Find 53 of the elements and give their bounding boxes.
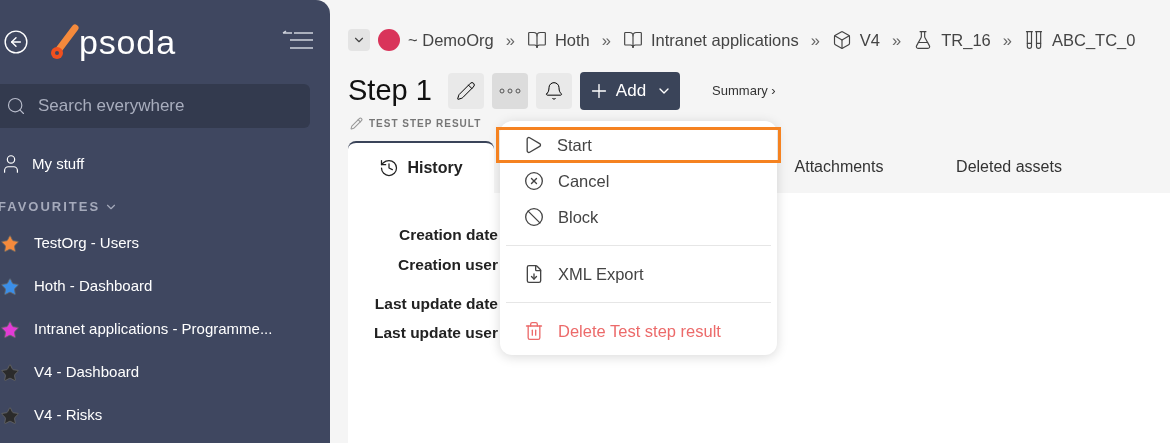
cancel-icon [524,171,544,191]
back-icon[interactable] [3,29,29,55]
record-type-label: TEST STEP RESULT [369,117,482,132]
favourite-link[interactable]: Hoth - Dashboard [34,275,153,298]
menu-item[interactable]: Start [496,127,781,163]
field-label: Last update user [372,323,498,343]
bell-icon [543,80,564,101]
collapse-button[interactable] [348,29,370,52]
field-label: Last update date [373,293,498,314]
add-button[interactable]: Add [579,71,681,110]
tab[interactable]: History [348,141,494,194]
favourite-link[interactable]: TestOrg - Users [34,232,139,255]
block-icon [524,207,544,227]
breadcrumb-link[interactable]: Hoth [554,28,590,53]
favourite-link[interactable]: Intranet applications - Programme... [34,318,273,341]
menu-item[interactable]: Block [500,199,777,235]
breadcrumb-link[interactable]: ABC_TC_0 [1051,28,1136,53]
history-icon [379,158,400,179]
pencil-icon [455,80,476,101]
book-icon [623,30,643,51]
breadcrumb-separator: » [505,30,515,51]
search-icon [6,96,26,116]
breadcrumb-link[interactable]: TR_16 [941,28,991,53]
book-icon [526,30,547,51]
breadcrumb-link[interactable]: ~ DemoOrg [408,28,494,53]
breadcrumb-separator: » [810,30,820,51]
edit-button[interactable] [447,72,484,109]
breadcrumb-link[interactable]: Intranet applications [651,28,799,53]
notify-button[interactable] [535,72,572,109]
more-button[interactable] [491,72,528,109]
more-icon [498,87,521,94]
breadcrumb-separator: » [892,30,902,51]
favourite-link[interactable]: V4 - Dashboard [34,361,140,384]
my-stuff-link[interactable]: My stuff [32,152,85,176]
favourite-link[interactable]: V4 - Risks [34,404,103,427]
field-label: Creation user [397,254,498,275]
menu-item[interactable]: Cancel [500,163,777,199]
export-icon [524,264,544,284]
logo-icon [49,22,81,62]
menu-item[interactable]: XML Export [500,256,777,292]
breadcrumb-separator: » [601,30,611,51]
logo-text: psoda [79,21,176,63]
field-label: Creation date [397,225,498,246]
trash-icon [524,321,544,341]
summary-link[interactable]: Summary › [712,80,776,101]
tab[interactable]: Deleted assets [924,141,1094,194]
breadcrumb-separator: » [1002,30,1012,51]
search-field[interactable]: Search everywhere [0,84,310,128]
breadcrumb-link[interactable]: V4 [859,28,881,53]
org-avatar-icon [378,29,400,52]
box-icon [831,30,852,51]
test-tubes-icon [1023,30,1044,51]
page-title: Step 1 [348,72,432,108]
